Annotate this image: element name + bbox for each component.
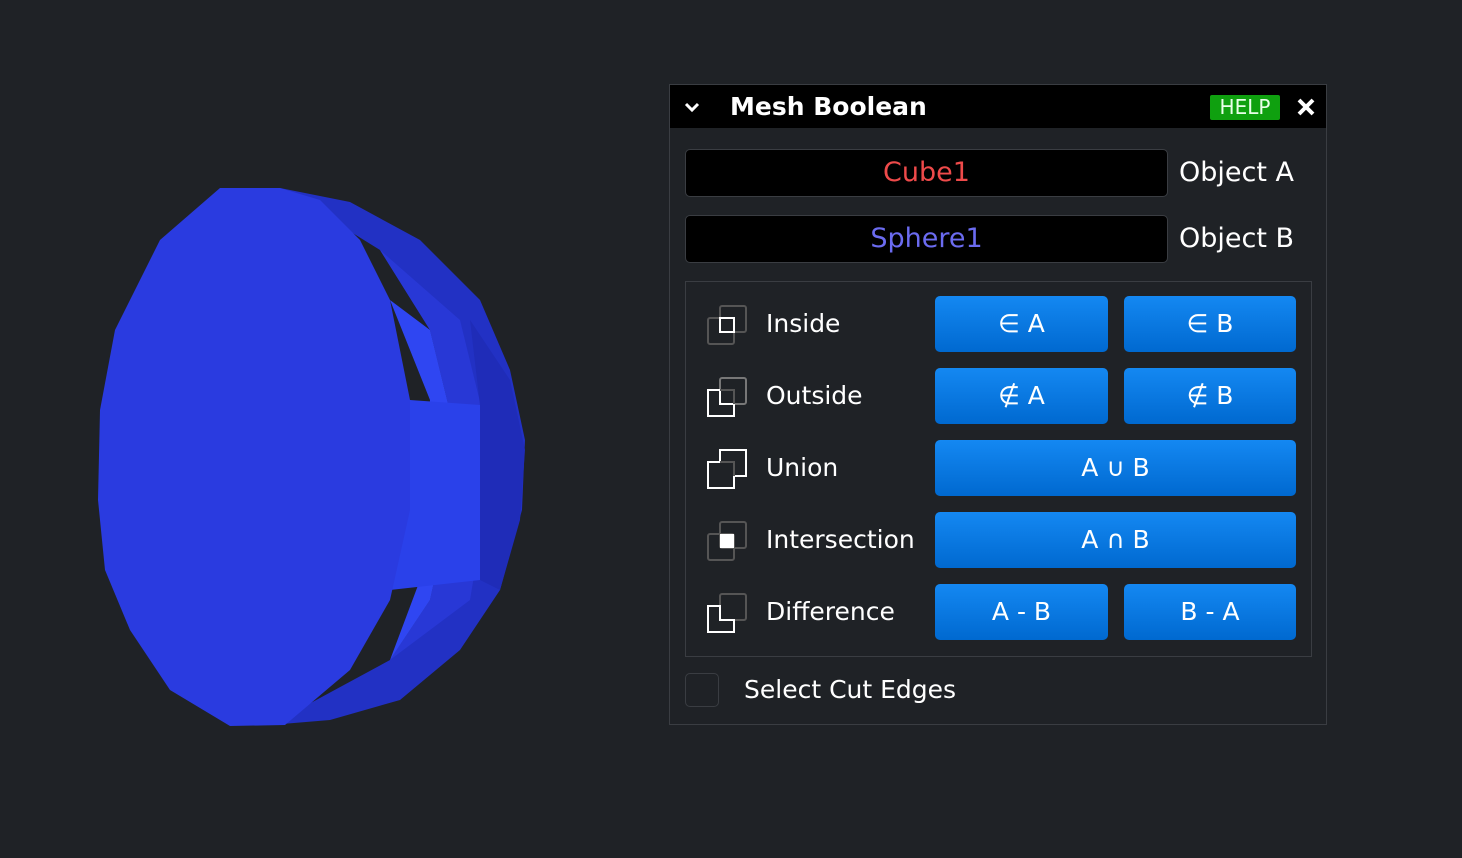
help-button[interactable]: HELP	[1210, 95, 1280, 120]
op-label-union: Union	[766, 453, 839, 482]
object-a-field[interactable]: Cube1	[685, 149, 1168, 197]
select-cut-edges-label: Select Cut Edges	[744, 675, 957, 704]
outside-b-button[interactable]: ∉ B	[1124, 368, 1296, 424]
object-a-label: Object A	[1179, 157, 1294, 188]
boolean-operations-group: Inside ∈ A ∈ B Outside ∉ A ∉ B Union A ∪…	[685, 281, 1312, 657]
difference-a-minus-b-button[interactable]: A - B	[935, 584, 1108, 640]
op-label-inside: Inside	[766, 309, 841, 338]
boolean-result-mesh	[98, 188, 525, 726]
inside-icon	[707, 305, 747, 345]
mesh-boolean-panel: Mesh Boolean HELP Cube1 Object A Sphere1…	[669, 84, 1327, 725]
op-label-outside: Outside	[766, 381, 863, 410]
intersection-icon	[707, 521, 747, 561]
object-b-field[interactable]: Sphere1	[685, 215, 1168, 263]
op-label-intersection: Intersection	[766, 525, 915, 554]
difference-icon	[707, 593, 747, 633]
select-cut-edges-checkbox[interactable]	[685, 673, 719, 707]
union-button[interactable]: A ∪ B	[935, 440, 1296, 496]
op-label-difference: Difference	[766, 597, 895, 626]
difference-b-minus-a-button[interactable]: B - A	[1124, 584, 1296, 640]
outside-a-button[interactable]: ∉ A	[935, 368, 1108, 424]
op-row-intersection: Intersection A ∩ B	[686, 512, 1311, 568]
op-row-difference: Difference A - B B - A	[686, 584, 1311, 640]
intersection-button[interactable]: A ∩ B	[935, 512, 1296, 568]
op-row-inside: Inside ∈ A ∈ B	[686, 296, 1311, 352]
union-icon	[707, 449, 747, 489]
panel-titlebar[interactable]: Mesh Boolean HELP	[670, 85, 1326, 128]
op-row-outside: Outside ∉ A ∉ B	[686, 368, 1311, 424]
select-cut-edges-row: Select Cut Edges	[685, 673, 1085, 707]
op-row-union: Union A ∪ B	[686, 440, 1311, 496]
inside-b-button[interactable]: ∈ B	[1124, 296, 1296, 352]
outside-icon	[707, 377, 747, 417]
inside-a-button[interactable]: ∈ A	[935, 296, 1108, 352]
object-b-label: Object B	[1179, 223, 1295, 254]
chevron-down-icon[interactable]	[682, 97, 702, 117]
close-icon[interactable]	[1296, 97, 1316, 117]
panel-title: Mesh Boolean	[730, 92, 927, 121]
